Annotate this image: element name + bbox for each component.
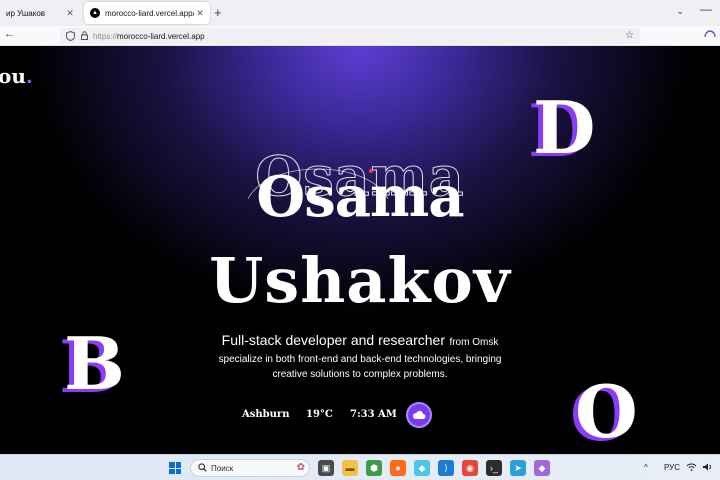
address-bar[interactable]: https:// morocco-liard.vercel.app ☆ <box>60 28 640 44</box>
language-indicator[interactable]: РУС <box>664 463 680 472</box>
close-icon[interactable]: ✕ <box>194 8 206 19</box>
shield-icon[interactable] <box>66 30 75 42</box>
windows-start-button[interactable] <box>169 462 181 474</box>
vercel-favicon-icon: ▲ <box>90 8 100 18</box>
wifi-icon[interactable] <box>686 463 697 473</box>
weather-city: Ashburn <box>242 409 290 420</box>
bookmark-star-icon[interactable]: ☆ <box>625 30 634 41</box>
vscode-icon[interactable]: ⟩ <box>438 460 454 476</box>
intro-line-3: creative solutions to complex problems. <box>272 369 448 380</box>
firefox-icon[interactable]: ● <box>390 460 406 476</box>
back-button[interactable]: ← <box>4 28 15 40</box>
lock-icon[interactable] <box>81 30 88 42</box>
intro-text: Full-stack developer and researcher from… <box>0 332 720 380</box>
last-name: Ushakov <box>209 244 511 317</box>
intro-headline: Full-stack developer and researcher <box>221 332 445 348</box>
node-icon[interactable]: ⬢ <box>366 460 382 476</box>
windows-taskbar: Поиск ✿ ▣ ▬ ⬢ ● ◆ ⟩ ◉ ›_ ➤ ◆ ^ РУС <box>0 454 720 480</box>
app-icon[interactable]: ◆ <box>414 460 430 476</box>
minimize-button[interactable]: — <box>700 2 712 16</box>
chrome-icon[interactable]: ◉ <box>462 460 478 476</box>
weather-temperature: 19°C <box>306 409 333 420</box>
tray-overflow-button[interactable]: ^ <box>644 463 648 472</box>
tab-inactive[interactable]: ир Ушаков ✕ <box>0 2 80 24</box>
site-logo[interactable]: ou. <box>0 64 33 88</box>
task-view-icon[interactable]: ▣ <box>318 460 334 476</box>
search-highlight-icon: ✿ <box>296 462 305 473</box>
file-explorer-icon[interactable]: ▬ <box>342 460 358 476</box>
cloud-icon <box>412 411 426 419</box>
search-icon <box>198 462 207 474</box>
close-icon[interactable]: ✕ <box>64 8 76 19</box>
url-protocol: https:// <box>93 31 118 41</box>
intro-line-1: Full-stack developer and researcher from… <box>0 332 720 350</box>
browser-tab-bar: ир Ушаков ✕ ▲ morocco-liard.vercel.app/ … <box>0 0 720 26</box>
weather-time: 7:33 AM <box>350 409 397 420</box>
tab-active[interactable]: ▲ morocco-liard.vercel.app/ ✕ <box>84 2 210 24</box>
browser-nav-bar: ← https:// morocco-liard.vercel.app ☆ <box>0 26 720 46</box>
extension-icon[interactable] <box>704 30 716 40</box>
logo-text: ou <box>0 64 26 88</box>
speaker-icon[interactable] <box>702 463 713 473</box>
tab-label: ир Ушаков <box>6 8 46 18</box>
weather-widget: Ashburn 19°C 7:33 AM <box>0 402 720 428</box>
tab-label: morocco-liard.vercel.app/ <box>105 8 194 18</box>
first-name: Osama <box>256 164 464 230</box>
url-host: morocco-liard.vercel.app <box>117 31 205 41</box>
portfolio-page: ou. D D B B O O Osama Osama Ushakov Full… <box>0 46 720 454</box>
telegram-icon[interactable]: ➤ <box>510 460 526 476</box>
app-icon[interactable]: ◆ <box>534 460 550 476</box>
intro-line-2: specialize in both front-end and back-en… <box>218 354 502 365</box>
intro-from: from Omsk <box>449 337 499 348</box>
screen: ир Ушаков ✕ ▲ morocco-liard.vercel.app/ … <box>0 0 720 480</box>
taskbar-search[interactable]: Поиск ✿ <box>190 459 310 477</box>
weather-button[interactable] <box>406 402 432 428</box>
tab-list-button[interactable]: ⌄ <box>676 6 684 17</box>
new-tab-button[interactable]: + <box>214 5 222 20</box>
terminal-icon[interactable]: ›_ <box>486 460 502 476</box>
search-placeholder: Поиск <box>211 463 234 473</box>
logo-dot: . <box>25 64 33 88</box>
